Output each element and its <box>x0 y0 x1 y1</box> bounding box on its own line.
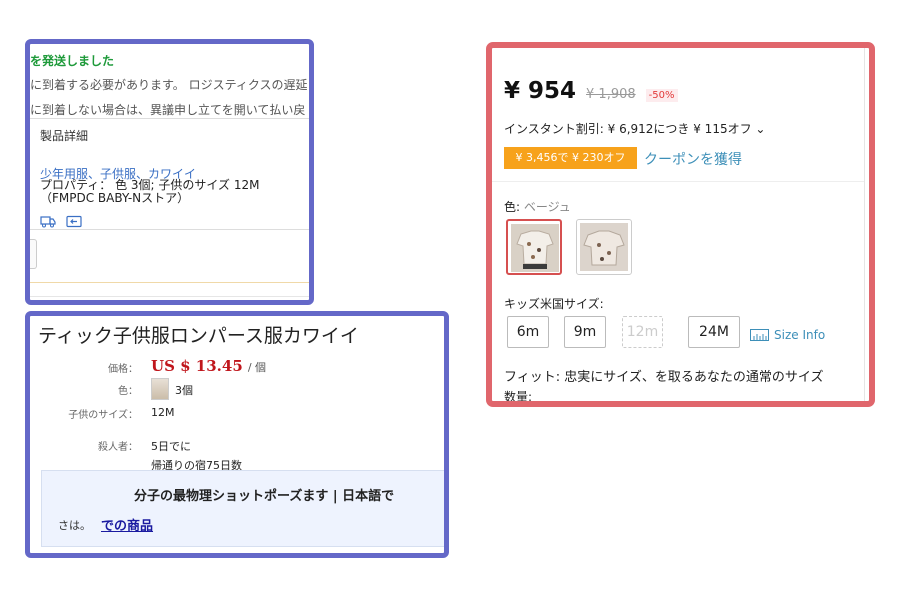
instant-discount[interactable]: インスタント割引: ¥ 6,912につき ¥ 115オフ ⌄ <box>504 120 765 137</box>
promo-link[interactable]: での商品 <box>101 515 153 534</box>
dispute-note: に到着しない場合は、異議申し立てを開いて払い戻 <box>30 103 306 117</box>
shipped-status: を発送しました <box>30 54 115 68</box>
price-row: ¥ 954 ¥ 1,908 -50% <box>504 78 678 104</box>
color-swatch[interactable] <box>576 219 632 275</box>
product-title: ティック子供服ロンパース服カワイイ <box>38 325 359 347</box>
size-option-24m[interactable]: 24M <box>688 316 740 348</box>
shipping-label: 殺人者： <box>98 442 138 453</box>
discount-badge: -50% <box>645 89 678 102</box>
product-detail-box: 製品詳細 少年用服、子供服、カワイイ プロパティ： 色 3個; 子供のサイズ 1… <box>30 118 309 230</box>
shipping-value: 5日でに <box>151 440 191 453</box>
size-option-9m[interactable]: 9m <box>564 316 606 348</box>
price-label: 価格： <box>108 364 138 375</box>
kids-size-value: 12M <box>151 406 175 419</box>
clothing-thumbnail-icon <box>511 224 559 272</box>
selected-color: ベージュ <box>523 200 571 214</box>
price-value: US $ 13.45 <box>151 357 243 375</box>
size-option-6m[interactable]: 6m <box>507 316 549 348</box>
color-thumbnail <box>151 378 169 400</box>
size-info-link[interactable]: Size Info <box>750 328 825 342</box>
quantity-label: 数量: <box>504 390 533 404</box>
clothing-thumbnail-icon <box>580 223 628 271</box>
product-properties: プロパティ： 色 3個; 子供のサイズ 12M （FMPDC BABY-Nストア… <box>40 179 259 205</box>
current-price: ¥ 954 <box>504 78 577 104</box>
get-coupon-link[interactable]: クーポンを獲得 <box>644 149 742 169</box>
product-detail-title: 製品詳細 <box>40 129 89 143</box>
price-row: US $ 13.45 / 個 <box>151 356 266 375</box>
divider <box>30 282 309 283</box>
truck-icon[interactable] <box>40 215 56 228</box>
fit-info: フィット: 忠実にサイズ、を取るあなたの通常のサイズ <box>504 370 824 385</box>
color-label: 色: ベージュ <box>504 198 571 215</box>
size-label: キッズ米国サイズ: <box>504 297 604 311</box>
order-action-icons <box>40 215 82 228</box>
coupon-tag[interactable]: ¥ 3,456で ¥ 230オフ <box>504 147 637 169</box>
color-swatch-selected[interactable] <box>506 219 562 275</box>
promo-box: 分子の最物理ショットポーズます | 日本語で さは。 での商品 <box>41 470 444 547</box>
divider <box>30 296 309 297</box>
variant-card: ¥ 954 ¥ 1,908 -50% インスタント割引: ¥ 6,912につき … <box>492 48 865 401</box>
color-label-text: 色: <box>504 200 521 214</box>
divider <box>492 181 864 182</box>
collapse-handle[interactable] <box>30 239 37 269</box>
color-value: 3個 <box>175 384 193 397</box>
kids-size-label: 子供のサイズ： <box>68 410 138 421</box>
promo-text: さは。 <box>58 519 91 532</box>
ruler-icon <box>750 329 769 341</box>
promo-heading: 分子の最物理ショットポーズます | 日本語で <box>134 489 395 504</box>
size-option-12m: 12m <box>622 316 663 348</box>
return-icon[interactable] <box>66 215 82 228</box>
price-variant-panel: ¥ 954 ¥ 1,908 -50% インスタント割引: ¥ 6,912につき … <box>486 42 875 407</box>
arrival-note: に到着する必要があります。 ロジスティクスの遅延 <box>30 78 308 92</box>
original-price: ¥ 1,908 <box>586 87 636 102</box>
store-name: （FMPDC BABY-Nストア） <box>40 191 190 205</box>
size-info-label: Size Info <box>774 328 826 342</box>
price-unit: / 個 <box>247 361 267 374</box>
color-label: 色： <box>118 386 138 397</box>
order-panel: を発送しました に到着する必要があります。 ロジスティクスの遅延 に到着しない場… <box>25 39 314 305</box>
product-panel: ティック子供服ロンパース服カワイイ 価格： US $ 13.45 / 個 色： … <box>25 311 449 558</box>
